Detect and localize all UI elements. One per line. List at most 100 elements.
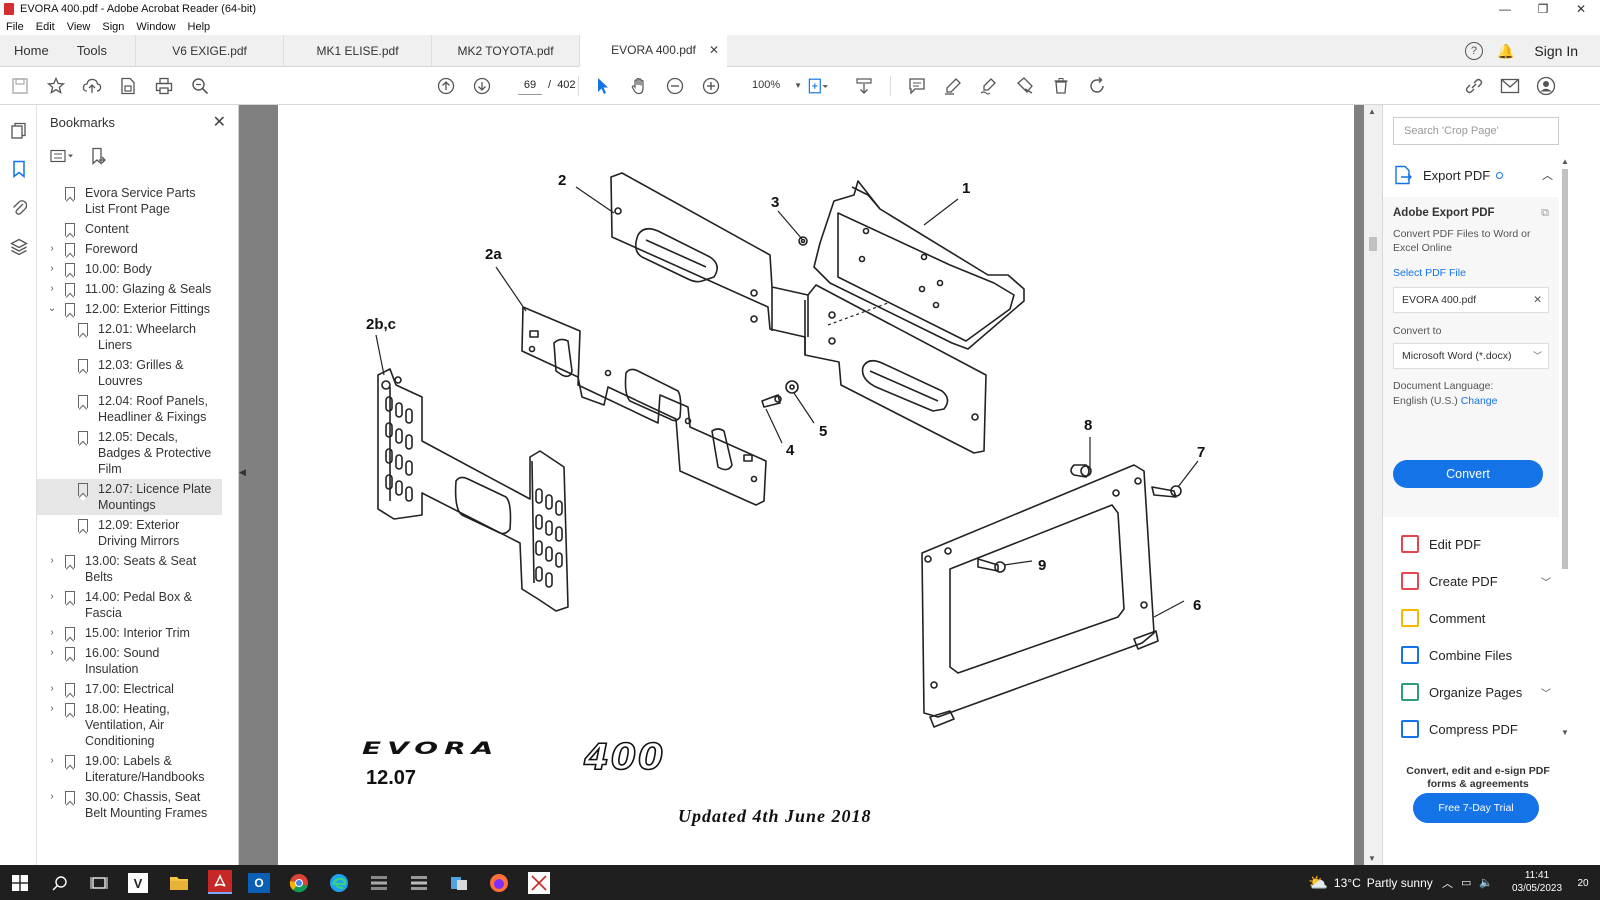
scroll-up-icon[interactable]: ▲ [1368,107,1376,116]
windows-start-icon[interactable] [9,872,31,894]
app-stack-icon[interactable] [368,872,390,894]
v-app-icon[interactable]: V [128,873,148,893]
tab-tools[interactable]: Tools [63,35,121,67]
chevron-right-icon[interactable]: › [45,589,59,605]
notification-bell-icon[interactable]: 🔔 [1497,43,1514,60]
file-manager-icon[interactable] [448,872,470,894]
firefox-icon[interactable] [488,872,510,894]
doc-tab-active[interactable]: EVORA 400.pdf ✕ [579,34,728,67]
chevron-right-icon[interactable]: › [45,553,59,569]
bookmark-item[interactable]: › 10.00: Body [37,259,222,279]
chevron-right-icon[interactable]: › [45,241,59,257]
close-window-button[interactable]: ✕ [1562,0,1600,18]
bookmark-item[interactable]: 12.05: Decals, Badges & Protective Film [37,427,222,479]
scroll-thumb[interactable] [1562,169,1568,569]
acrobat-taskbar-icon[interactable] [208,870,232,894]
chevron-right-icon[interactable]: › [45,701,59,717]
comment-icon[interactable] [907,76,927,96]
doc-tab[interactable]: MK1 ELISE.pdf [283,34,431,67]
bookmark-item[interactable]: › 16.00: Sound Insulation [37,643,222,679]
bookmark-item[interactable]: 12.01: Wheelarch Liners [37,319,222,355]
scroll-down-icon[interactable]: ▼ [1368,854,1376,863]
close-tab-icon[interactable]: ✕ [709,43,719,57]
menu-window[interactable]: Window [136,21,175,33]
document-scrollbar[interactable]: ▲ ▼ [1364,105,1382,865]
document-viewport[interactable]: ◀ 2 1 3 2a 2b,c 4 5 6 7 8 9 EVORA 400 12… [239,105,1382,865]
menu-view[interactable]: View [67,21,91,33]
tool-compress-pdf[interactable]: Compress PDF [1401,715,1551,743]
bookmark-item[interactable]: › 15.00: Interior Trim [37,623,222,643]
account-icon[interactable] [1536,76,1556,96]
clock[interactable]: 11:41 03/05/2023 [1505,869,1569,895]
file-explorer-icon[interactable] [168,872,190,894]
sign-in-button[interactable]: Sign In [1534,43,1578,59]
menu-file[interactable]: File [6,21,24,33]
notification-center-icon[interactable]: 20 [1572,872,1594,894]
sign-pen-icon[interactable] [979,76,999,96]
scroll-down-icon[interactable]: ▼ [1561,728,1569,737]
tools-scrollbar[interactable]: ▲ ▼ [1559,157,1571,737]
rotate-icon[interactable] [1087,76,1107,96]
chevron-right-icon[interactable]: › [45,281,59,297]
scroll-up-icon[interactable]: ▲ [1561,157,1569,166]
clear-file-icon[interactable]: ✕ [1533,288,1542,312]
bookmarks-panel-icon[interactable] [9,159,29,179]
layers-icon[interactable] [9,237,29,257]
chevron-down-icon[interactable]: ﹀ [1541,574,1551,589]
bookmark-item[interactable]: › 19.00: Labels & Literature/Handbooks [37,751,222,787]
bookmark-item[interactable]: 12.09: Exterior Driving Mirrors [37,515,222,551]
drawing-app-icon[interactable] [528,872,550,894]
menu-help[interactable]: Help [188,21,211,33]
bookmark-item[interactable]: ⌄ 12.00: Exterior Fittings [37,299,222,319]
bookmark-item[interactable]: 12.03: Grilles & Louvres [37,355,222,391]
doc-tab[interactable]: V6 EXIGE.pdf [135,34,283,67]
chrome-icon[interactable] [288,872,310,894]
chevron-right-icon[interactable]: › [45,753,59,769]
chevron-up-icon[interactable]: ︿ [1542,167,1553,183]
tool-comment[interactable]: Comment [1401,604,1551,632]
change-language-link[interactable]: Change [1461,395,1498,407]
chevron-right-icon[interactable]: › [45,681,59,697]
stamp-icon[interactable] [1015,76,1035,96]
new-bookmark-icon[interactable] [90,147,108,168]
maximize-button[interactable]: ❐ [1524,0,1562,18]
task-view-icon[interactable] [88,872,110,894]
print-icon[interactable] [154,76,174,96]
chevron-right-icon[interactable]: › [45,789,59,805]
bookmark-item[interactable]: Evora Service Parts List Front Page [37,183,222,219]
search-icon[interactable] [49,872,71,894]
selected-file-field[interactable]: EVORA 400.pdf ✕ [1393,287,1549,313]
share-link-icon[interactable] [1464,76,1484,96]
chevron-down-icon[interactable]: ⌄ [45,301,59,317]
collapse-left-pane-icon[interactable]: ◀ [239,467,249,478]
page-fit-icon[interactable] [808,76,828,96]
chevron-right-icon[interactable]: › [45,625,59,641]
tab-home[interactable]: Home [0,35,63,67]
bookmark-item[interactable]: › 11.00: Glazing & Seals [37,279,222,299]
edge-icon[interactable] [328,872,350,894]
weather-widget[interactable]: ⛅ 13°C Partly sunny [1308,865,1433,900]
scroll-thumb[interactable] [1369,237,1377,251]
next-page-icon[interactable] [472,76,492,96]
bookmark-star-icon[interactable] [46,76,66,96]
scroll-mode-icon[interactable] [854,76,874,96]
page-thumbnails-icon[interactable] [9,121,29,141]
bookmark-item[interactable]: › 18.00: Heating, Ventilation, Air Condit… [37,699,222,751]
save-icon[interactable] [10,76,30,96]
tools-search-input[interactable]: Search 'Crop Page' [1393,117,1559,145]
close-panel-icon[interactable]: ✕ [213,112,226,132]
free-trial-button[interactable]: Free 7-Day Trial [1413,793,1539,823]
search-zoom-icon[interactable] [190,76,210,96]
network-icon[interactable]: ▭ [1461,876,1471,889]
bookmark-item[interactable]: 12.07: Licence Plate Mountings [37,479,222,515]
email-icon[interactable] [1500,76,1520,96]
bookmark-item[interactable]: › 17.00: Electrical [37,679,222,699]
chevron-right-icon[interactable]: › [45,261,59,277]
menu-sign[interactable]: Sign [102,21,124,33]
bookmark-item[interactable]: Content [37,219,222,239]
highlight-pen-icon[interactable] [943,76,963,96]
attachments-icon[interactable] [9,197,29,217]
bookmark-item[interactable]: › 13.00: Seats & Seat Belts [37,551,222,587]
select-cursor-icon[interactable] [593,76,613,96]
bookmark-item[interactable]: › 30.00: Chassis, Seat Belt Mounting Fram… [37,787,222,823]
